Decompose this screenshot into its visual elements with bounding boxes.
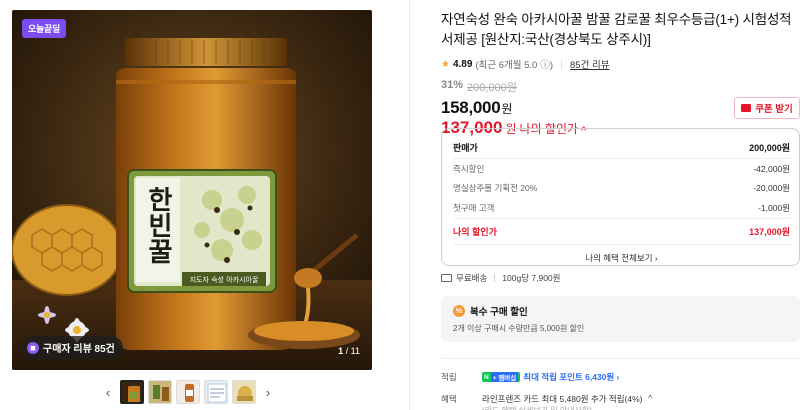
benefit-label: 혜택 bbox=[441, 394, 457, 404]
breakdown-row: 즉시할인 -42,000원 bbox=[453, 159, 790, 179]
points-value: 6,430원 › bbox=[585, 372, 620, 382]
chat-icon: ◼ bbox=[27, 341, 39, 354]
breakdown-value: -20,000원 bbox=[753, 183, 790, 194]
breakdown-row-my-price: 나의 할인가 137,000원 bbox=[453, 217, 790, 244]
thumb-next-icon[interactable]: › bbox=[260, 380, 276, 404]
thumb-image bbox=[233, 381, 255, 403]
sale-price-value: 158,000 bbox=[441, 98, 501, 117]
rating-score: 4.89 bbox=[452, 58, 473, 70]
product-title: 자연숙성 완숙 아카시아꿀 밤꿀 감로꿀 최우수등급(1+) 시험성적서제공 [… bbox=[441, 12, 792, 47]
breakdown-value: 200,000원 bbox=[749, 143, 790, 153]
breakdown-label: 판매가 bbox=[453, 143, 478, 153]
thumbnail-5[interactable] bbox=[232, 380, 256, 404]
thumbnail-2[interactable] bbox=[148, 380, 172, 404]
review-count-link[interactable]: 85건 리뷰 bbox=[570, 57, 609, 71]
max-points-link[interactable]: 최대 적립 포인트 6,430원 › bbox=[523, 371, 619, 383]
breakdown-row-list-price: 판매가 200,000원 bbox=[453, 137, 790, 159]
breakdown-label: 명실상주몰 기획전 20% bbox=[453, 183, 538, 194]
npay-plus: + 멤버십 bbox=[490, 372, 519, 382]
breakdown-value: -1,000원 bbox=[758, 202, 790, 213]
rating-note: (최근 6개월 5.0 bbox=[475, 60, 538, 71]
coupon-button[interactable]: 쿠폰 받기 bbox=[734, 97, 800, 119]
review-chip-label: 구매자 리뷰 85건 bbox=[43, 344, 115, 355]
unit-price: 100g당 7,900원 bbox=[502, 273, 561, 283]
points-label: 적립 bbox=[441, 372, 457, 382]
shipping-separator bbox=[494, 274, 496, 282]
breakdown-label: 즉시할인 bbox=[453, 163, 485, 174]
rating-row: ★ 4.89 (최근 6개월 5.0 ⓘ) 85건 리뷰 bbox=[441, 57, 800, 72]
image-counter: 1 / 11 bbox=[338, 346, 360, 356]
multi-buy-description: 2개 이상 구매시 수량만큼 5,000원 할인 bbox=[453, 324, 585, 333]
section-divider bbox=[441, 358, 800, 359]
star-icon: ★ bbox=[441, 58, 450, 70]
thumb-prev-icon[interactable]: ‹ bbox=[100, 380, 116, 404]
buyer-review-chip[interactable]: ◼ 구매자 리뷰 85건 bbox=[22, 336, 123, 359]
card-benefit-row: 혜택 라인프렌즈 카드 최대 5,480원 추가 적립(4%) bbox=[441, 393, 643, 405]
npay-n: N bbox=[484, 373, 489, 381]
info-icon[interactable]: ⓘ) bbox=[540, 57, 553, 71]
column-divider bbox=[409, 0, 410, 410]
honey-jar-photo: 한빈꿀 지도자 숙성 아카시아꿀 bbox=[12, 10, 372, 370]
thumb-image bbox=[122, 382, 142, 402]
jar-label-sub: 지도자 숙성 아카시아꿀 bbox=[190, 275, 259, 284]
points-row: 적립 N + 멤버십 최대 적립 포인트 6,430원 › bbox=[441, 371, 619, 383]
truck-icon bbox=[441, 274, 452, 282]
thumb-image bbox=[205, 381, 227, 403]
original-price: 200,000원 bbox=[467, 82, 517, 94]
breakdown-row: 첫구매 고객 -1,000원 bbox=[453, 198, 790, 218]
breakdown-row: 명실상주몰 기획전 20% -20,000원 bbox=[453, 179, 790, 199]
multi-buy-discount-box: % 복수 구매 할인 2개 이상 구매시 수량만큼 5,000원 할인 bbox=[441, 296, 800, 342]
multi-buy-title-text: 복수 구매 할인 bbox=[470, 307, 528, 318]
jar-label-brand: 한빈꿀 bbox=[143, 186, 173, 264]
breakdown-label: 나의 할인가 bbox=[453, 226, 497, 237]
ticket-icon bbox=[741, 104, 752, 112]
breakdown-value: -42,000원 bbox=[753, 163, 790, 174]
breakdown-label: 첫구매 고객 bbox=[453, 202, 495, 213]
percent-icon: % bbox=[453, 305, 465, 317]
thumbnail-3[interactable] bbox=[176, 380, 200, 404]
view-all-benefits-link[interactable]: 나의 혜택 전체보기 › bbox=[453, 243, 790, 272]
price-breakdown-panel: 판매가 200,000원 즉시할인 -42,000원 명실상주몰 기획전 20%… bbox=[441, 128, 800, 266]
thumb-image bbox=[149, 381, 171, 403]
thumbnail-4[interactable] bbox=[204, 380, 228, 404]
thumbnail-strip: ‹ › bbox=[100, 378, 276, 406]
npay-membership-badge: N + 멤버십 bbox=[482, 372, 521, 382]
chevron-up-icon[interactable]: ^ bbox=[648, 393, 652, 403]
card-benefit-text: 라인프렌즈 카드 최대 5,480원 추가 적립(4%) bbox=[482, 394, 643, 404]
points-text: 최대 적립 포인트 bbox=[523, 372, 583, 382]
coupon-button-label: 쿠폰 받기 bbox=[755, 104, 793, 115]
sale-price-unit: 원 bbox=[501, 102, 513, 116]
image-counter-current: 1 bbox=[338, 346, 344, 356]
thumbnail-1[interactable] bbox=[120, 380, 144, 404]
image-counter-total: / 11 bbox=[345, 346, 360, 356]
product-main-image[interactable]: 한빈꿀 지도자 숙성 아카시아꿀 오늘끝딜 ◼ 구매자 리뷰 85건 1 / 1… bbox=[12, 10, 372, 370]
today-deal-badge: 오늘끝딜 bbox=[22, 19, 66, 38]
rating-separator bbox=[561, 59, 563, 69]
discount-percent: 31% bbox=[441, 79, 464, 91]
card-benefit-detail: (카드 혜택 상세보기 및 안내사항) bbox=[482, 405, 652, 410]
multi-buy-title: % 복수 구매 할인 bbox=[453, 304, 788, 318]
thumb-image bbox=[177, 381, 199, 403]
breakdown-value: 137,000원 bbox=[749, 226, 790, 237]
shipping-row: 무료배송 100g당 7,900원 bbox=[441, 272, 560, 284]
free-shipping-label: 무료배송 bbox=[456, 273, 488, 283]
discount-row: 31% 200,000원 bbox=[441, 79, 800, 95]
